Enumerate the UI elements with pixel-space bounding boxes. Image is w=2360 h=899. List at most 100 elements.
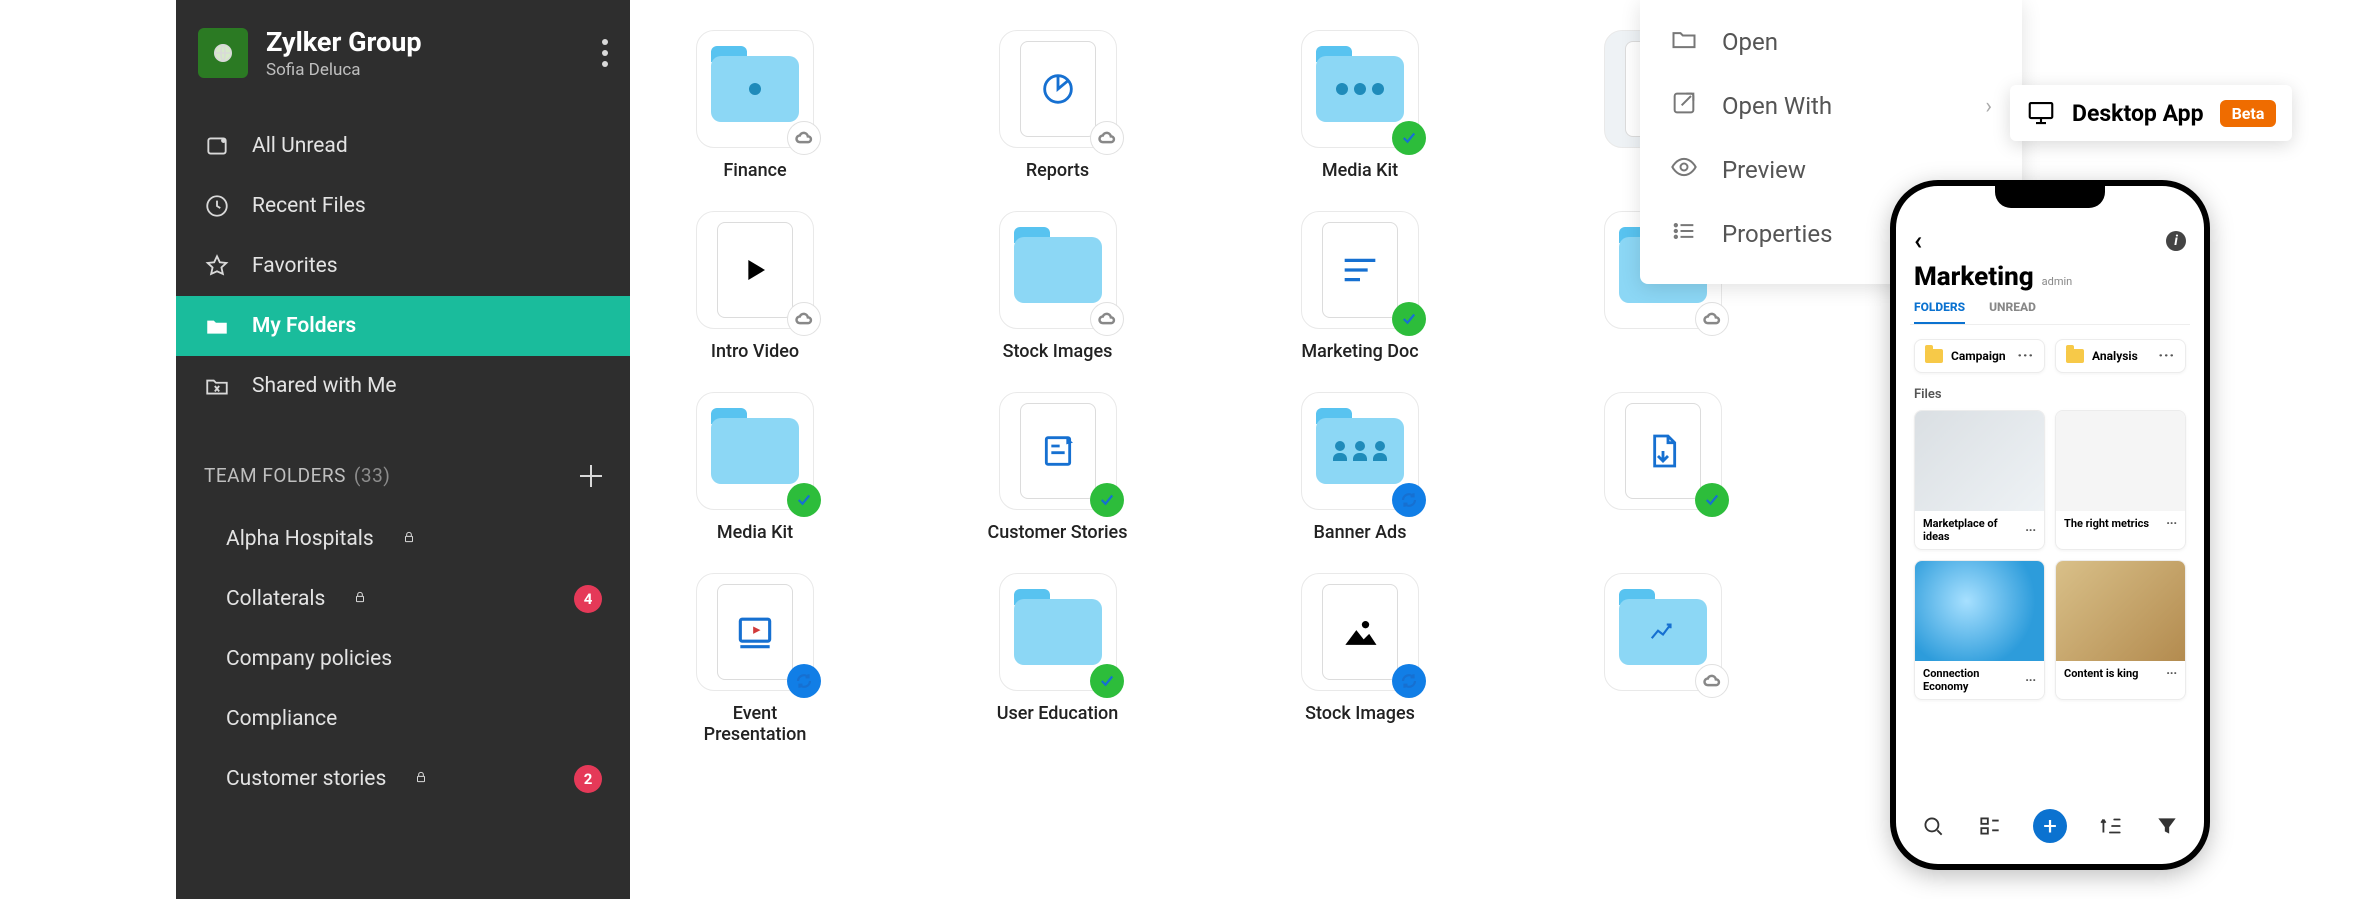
- file-tile[interactable]: Customer Stories: [983, 392, 1133, 543]
- cloud-icon: [1090, 302, 1124, 336]
- mobile-folder-name: Campaign: [1951, 349, 2006, 363]
- file-tile[interactable]: Marketing Doc: [1285, 211, 1435, 362]
- more-icon[interactable]: ···: [2025, 674, 2036, 687]
- more-icon[interactable]: ···: [2025, 524, 2036, 537]
- more-icon[interactable]: ···: [2166, 517, 2177, 530]
- mobile-folder-card[interactable]: Campaign ···: [1914, 339, 2045, 373]
- section-title: TEAM FOLDERS: [204, 464, 346, 487]
- file-label: Intro Video: [711, 341, 799, 362]
- file-label: Banner Ads: [1314, 522, 1407, 543]
- mobile-file-name: The right metrics: [2064, 517, 2149, 530]
- team-folder-label: Collaterals: [226, 587, 325, 611]
- more-icon[interactable]: ···: [2159, 348, 2176, 364]
- mobile-folder-card[interactable]: Analysis ···: [2055, 339, 2186, 373]
- mobile-file-thumb: [1915, 411, 2044, 511]
- sync-ok-icon: [1392, 121, 1426, 155]
- cloud-icon: [787, 302, 821, 336]
- sync-ok-icon: [1695, 483, 1729, 517]
- desktop-app-chip[interactable]: Desktop App Beta: [2010, 85, 2292, 141]
- nav-my-folders[interactable]: My Folders: [176, 296, 630, 356]
- chip-label: Desktop App: [2072, 100, 2204, 127]
- mobile-filter-icon[interactable]: [2154, 813, 2180, 839]
- add-team-folder-icon[interactable]: [580, 465, 602, 487]
- mobile-files-label: Files: [1910, 383, 2190, 410]
- sidebar: Zylker Group Sofia Deluca All Unread Rec…: [176, 0, 630, 899]
- team-folder-label: Compliance: [226, 707, 337, 731]
- mobile-back-icon[interactable]: ‹: [1914, 226, 1922, 256]
- lock-icon: [414, 770, 428, 788]
- monitor-icon: [2026, 98, 2056, 128]
- mobile-file-card[interactable]: Content is king ···: [2055, 560, 2186, 700]
- team-folder-item[interactable]: Company policies: [176, 629, 630, 689]
- folder-icon: [204, 313, 230, 339]
- cloud-icon: [1695, 664, 1729, 698]
- folder-thumb: [1014, 237, 1102, 303]
- mobile-search-icon[interactable]: [1920, 813, 1946, 839]
- file-tile[interactable]: Media Kit: [680, 392, 830, 543]
- file-tile[interactable]: Stock Images: [1285, 573, 1435, 745]
- cloud-icon: [1090, 121, 1124, 155]
- star-icon: [204, 253, 230, 279]
- file-label: User Education: [997, 703, 1119, 724]
- nav-recent-files[interactable]: Recent Files: [176, 176, 630, 236]
- file-tile[interactable]: Finance: [680, 30, 830, 181]
- team-folder-label: Company policies: [226, 647, 392, 671]
- file-tile[interactable]: [1588, 392, 1738, 543]
- nav-favorites[interactable]: Favorites: [176, 236, 630, 296]
- file-label: Media Kit: [717, 522, 793, 543]
- document-thumb: [1020, 403, 1096, 499]
- unread-icon: [204, 133, 230, 159]
- file-tile[interactable]: [1588, 573, 1738, 745]
- mobile-subtitle: admin: [2042, 275, 2073, 288]
- mobile-preview: ‹ i Marketing admin FOLDERS UNREAD Campa…: [1890, 180, 2210, 870]
- nav-label: Favorites: [252, 254, 338, 278]
- team-folder-item[interactable]: Collaterals 4: [176, 569, 630, 629]
- mobile-sort-icon[interactable]: [2098, 813, 2124, 839]
- mobile-tab-unread[interactable]: UNREAD: [1989, 300, 2036, 324]
- context-menu-item[interactable]: Open With ›: [1640, 74, 2022, 138]
- file-tile[interactable]: Media Kit: [1285, 30, 1435, 181]
- file-tile[interactable]: Intro Video: [680, 211, 830, 362]
- section-count: (33): [354, 464, 390, 487]
- org-logo[interactable]: [198, 28, 248, 78]
- sidebar-more-icon[interactable]: [602, 39, 608, 67]
- more-icon[interactable]: ···: [2018, 348, 2035, 364]
- user-name: Sofia Deluca: [266, 60, 422, 80]
- file-tile[interactable]: Banner Ads: [1285, 392, 1435, 543]
- folder-icon: [2066, 349, 2084, 363]
- team-folder-item[interactable]: Alpha Hospitals: [176, 509, 630, 569]
- nav-shared-with-me[interactable]: Shared with Me: [176, 356, 630, 416]
- mobile-file-thumb: [1915, 561, 2044, 661]
- document-thumb: [1322, 584, 1398, 680]
- mobile-view-icon[interactable]: [1977, 813, 2003, 839]
- nav-label: My Folders: [252, 314, 356, 338]
- file-tile[interactable]: Reports: [983, 30, 1133, 181]
- sync-ok-icon: [1090, 664, 1124, 698]
- more-icon[interactable]: ···: [2166, 667, 2177, 680]
- syncing-icon: [1392, 483, 1426, 517]
- beta-badge: Beta: [2220, 100, 2277, 127]
- cloud-icon: [787, 121, 821, 155]
- context-menu-label: Open With: [1722, 92, 1832, 120]
- team-folder-item[interactable]: Customer stories 2: [176, 749, 630, 809]
- primary-nav: All Unread Recent Files Favorites My Fol…: [176, 110, 630, 416]
- file-tile[interactable]: User Education: [983, 573, 1133, 745]
- clock-icon: [204, 193, 230, 219]
- mobile-info-icon[interactable]: i: [2166, 231, 2186, 251]
- mobile-folder-name: Analysis: [2092, 349, 2138, 363]
- team-folder-item[interactable]: Compliance: [176, 689, 630, 749]
- mobile-tab-folders[interactable]: FOLDERS: [1914, 300, 1965, 324]
- chevron-right-icon: ›: [1985, 94, 1992, 119]
- nav-all-unread[interactable]: All Unread: [176, 116, 630, 176]
- mobile-file-card[interactable]: Connection Economy ···: [1914, 560, 2045, 700]
- mobile-file-card[interactable]: Marketplace of ideas ···: [1914, 410, 2045, 550]
- mobile-file-card[interactable]: The right metrics ···: [2055, 410, 2186, 550]
- file-label: Event Presentation: [680, 703, 830, 745]
- file-tile[interactable]: Stock Images: [983, 211, 1133, 362]
- sync-ok-icon: [1090, 483, 1124, 517]
- team-folders-header: TEAM FOLDERS (33): [176, 464, 630, 487]
- mobile-add-button[interactable]: +: [2033, 809, 2067, 843]
- mobile-file-thumb: [2056, 411, 2185, 511]
- file-tile[interactable]: Event Presentation: [680, 573, 830, 745]
- context-menu-item[interactable]: Open: [1640, 10, 2022, 74]
